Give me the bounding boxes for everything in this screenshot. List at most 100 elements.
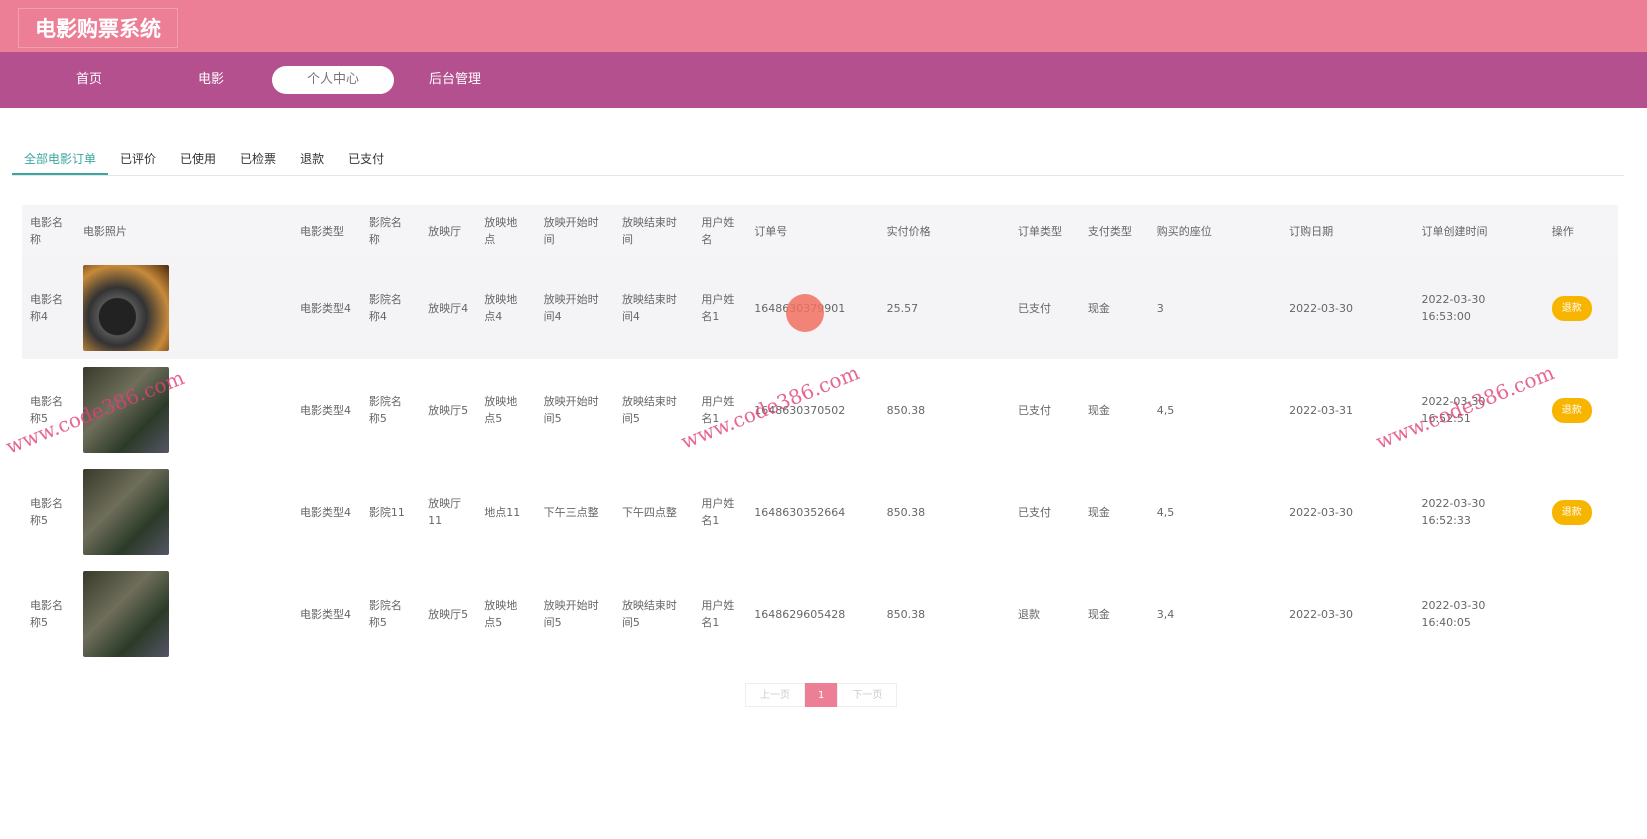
table-cell: 4,5 — [1156, 403, 1175, 417]
column-header: 订单类型 — [1009, 205, 1080, 257]
table-cell: 下午四点整 — [621, 505, 677, 519]
table-cell: 放映开始时间4 — [535, 257, 614, 359]
table-cell: 现金 — [1079, 257, 1149, 359]
table-cell: 影院名称4 — [360, 257, 421, 359]
table-cell: 电影名称5 — [30, 599, 63, 629]
column-header: 放映厅 — [420, 205, 477, 257]
column-header: 用户姓名 — [693, 205, 747, 257]
column-header: 订单创建时间 — [1413, 205, 1544, 257]
table-cell: 放映地点5 — [484, 395, 518, 425]
table-cell: 影院11 — [368, 505, 405, 519]
column-header: 实付价格 — [878, 205, 1010, 257]
table-cell: 放映开始时间5 — [543, 599, 599, 629]
table-cell: 2022-03-30 16:53:00 — [1413, 257, 1544, 359]
table-cell: 放映厅5 — [428, 403, 469, 417]
tab-refund[interactable]: 退款 — [288, 142, 336, 175]
table-cell — [75, 461, 292, 563]
order-tabs: 全部电影订单 已评价 已使用 已检票 退款 已支付 — [12, 142, 1624, 176]
movie-photo[interactable] — [82, 571, 169, 657]
table-cell: 3 — [1148, 257, 1282, 359]
table-cell: 影院名称5 — [368, 599, 402, 629]
cursor-indicator — [786, 294, 824, 332]
column-header: 电影类型 — [292, 205, 361, 257]
table-cell: 2022-03-30 — [1289, 607, 1354, 621]
table-cell: 已支付 — [1017, 403, 1051, 417]
column-header: 购买的座位 — [1148, 205, 1282, 257]
table-header: 电影名称 电影照片 电影类型 影院名称 放映厅 放映地点 放映开始时间 放映结束时间 用户姓名订… — [22, 205, 1618, 257]
table-cell — [1544, 563, 1618, 665]
column-header: 操作 — [1543, 205, 1618, 257]
table-cell: 850.38 — [886, 607, 926, 621]
table-cell: 1648629605428 — [754, 607, 846, 621]
column-header: 订购日期 — [1281, 205, 1414, 257]
table-cell: 2022-03-30 — [1289, 505, 1354, 519]
table-cell: 下午三点整 — [543, 505, 599, 519]
table-cell: 电影类型4 — [300, 607, 352, 621]
movie-photo[interactable] — [82, 469, 169, 555]
tab-paid[interactable]: 已支付 — [336, 142, 396, 175]
table-cell: 4,5 — [1156, 505, 1175, 519]
table-cell: 用户姓名1 — [701, 497, 735, 527]
table-cell: 用户姓名1 — [693, 257, 747, 359]
table-cell: 影院名称5 — [368, 395, 402, 425]
column-header: 放映开始时间 — [535, 205, 614, 257]
table-cell: 电影名称5 — [30, 497, 63, 527]
nav-personal-center[interactable]: 个人中心 — [272, 66, 394, 94]
table-cell: 1648630352664 — [754, 505, 846, 519]
table-cell: 放映结束时间5 — [621, 599, 677, 629]
table-cell: 电影类型4 — [292, 257, 361, 359]
nav-movies[interactable]: 电影 — [150, 66, 272, 94]
table-cell: 3,4 — [1156, 607, 1175, 621]
page-1-button[interactable]: 1 — [805, 683, 838, 707]
table-cell: 2022-03-30 16:52:33 — [1421, 497, 1486, 527]
next-page-button[interactable]: 下一页 — [837, 683, 898, 707]
main-nav: 首页 电影 个人中心 后台管理 — [0, 52, 1647, 108]
prev-page-button[interactable]: 上一页 — [745, 683, 805, 707]
site-title: 电影购票系统 — [18, 8, 178, 48]
table-cell: 2022-03-30 16:40:05 — [1421, 599, 1486, 629]
tab-all-orders[interactable]: 全部电影订单 — [12, 142, 109, 175]
table-cell: 放映开始时间5 — [543, 395, 599, 425]
table-row: 电影名称5 电影类型4 影院名称5 放映厅5 放映地点5 放映开始时间5 放映结束时间5 用户… — [22, 563, 1618, 665]
refund-button[interactable]: 退款 — [1551, 295, 1592, 321]
table-cell: 现金 — [1087, 607, 1110, 621]
column-header: 订单号 — [746, 205, 879, 257]
column-header: 影院名称 — [360, 205, 421, 257]
table-cell: 2022-03-30 — [1281, 257, 1414, 359]
tab-checked[interactable]: 已检票 — [228, 142, 288, 175]
column-header: 电影名称 — [22, 205, 75, 257]
table-cell: 退款 — [1544, 461, 1618, 563]
table-cell: 已支付 — [1009, 257, 1080, 359]
table-cell: 已支付 — [1017, 505, 1051, 519]
tab-reviewed[interactable]: 已评价 — [108, 142, 168, 175]
table-cell: 25.57 — [878, 257, 1010, 359]
table-cell: 电影名称4 — [22, 257, 75, 359]
table-cell: 现金 — [1087, 505, 1110, 519]
table-cell: 现金 — [1087, 403, 1110, 417]
table-cell: 放映地点4 — [476, 257, 536, 359]
column-header: 放映结束时间 — [613, 205, 694, 257]
movie-photo[interactable] — [82, 265, 169, 351]
refund-button[interactable]: 退款 — [1551, 397, 1592, 423]
nav-admin[interactable]: 后台管理 — [394, 66, 516, 94]
tab-used[interactable]: 已使用 — [168, 142, 228, 175]
table-cell: 用户姓名1 — [701, 599, 735, 629]
table-cell: 放映厅11 — [428, 497, 462, 527]
column-header: 支付类型 — [1079, 205, 1149, 257]
table-cell: 退款 — [1017, 607, 1040, 621]
table-cell: 850.38 — [886, 403, 926, 417]
table-cell: 放映结束时间4 — [613, 257, 694, 359]
table-cell: 退款 — [1544, 359, 1618, 461]
table-cell: 电影类型4 — [300, 505, 352, 519]
table-cell: 放映厅4 — [420, 257, 477, 359]
table-cell — [74, 257, 293, 359]
refund-button[interactable]: 退款 — [1551, 499, 1592, 525]
nav-home[interactable]: 首页 — [28, 66, 150, 94]
table-row: 电影名称5 电影类型4 影院11 放映厅11 地点11 下午三点整 下午四点整 用户姓名1 16… — [22, 461, 1618, 563]
table-cell: 退款 — [1543, 257, 1618, 359]
table-cell — [75, 563, 292, 665]
table-cell: 放映地点5 — [484, 599, 518, 629]
column-header: 电影照片 — [74, 205, 293, 257]
table-cell: 地点11 — [484, 505, 521, 519]
table-cell: 850.38 — [886, 505, 926, 519]
